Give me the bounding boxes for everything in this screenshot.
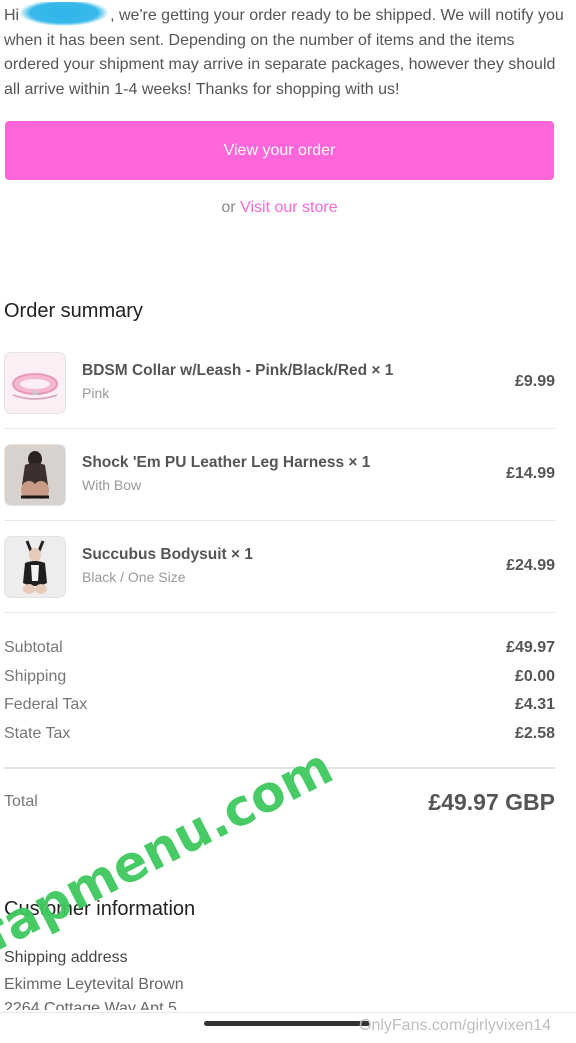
federal-tax-row: Federal Tax £4.31	[4, 696, 555, 714]
subtotal-label: Subtotal	[4, 639, 63, 656]
bottom-divider	[0, 1012, 576, 1013]
subtotal-row: Subtotal £49.97	[4, 639, 555, 657]
item-price: £14.99	[506, 465, 555, 482]
address-line: 2264 Cottage Way Apt 5	[4, 1000, 177, 1010]
item-name: BDSM Collar w/Leash - Pink/Black/Red × 1	[82, 362, 394, 379]
order-item: Shock 'Em PU Leather Leg Harness × 1 Wit…	[4, 444, 555, 536]
product-thumbnail	[4, 352, 66, 414]
visit-store-line: or Visit our store	[0, 199, 559, 217]
state-tax-label: State Tax	[4, 725, 71, 742]
item-variant: Pink	[82, 385, 110, 401]
item-variant: With Bow	[82, 477, 142, 493]
federal-tax-value: £4.31	[514, 696, 555, 713]
intro-message: Hi, we're getting your order ready to be…	[4, 2, 564, 102]
site-watermark: fapmenu.com	[0, 737, 342, 963]
order-item: Succubus Bodysuit × 1 Black / One Size £…	[4, 536, 555, 628]
item-name: Succubus Bodysuit × 1	[82, 546, 253, 563]
item-price: £9.99	[514, 373, 555, 390]
redacted-name-scribble	[20, 2, 109, 26]
order-item: BDSM Collar w/Leash - Pink/Black/Red × 1…	[4, 352, 555, 444]
shipping-value: £0.00	[514, 668, 555, 685]
item-name: Shock 'Em PU Leather Leg Harness × 1	[82, 454, 371, 471]
total-value: £49.97 GBP	[428, 789, 555, 815]
divider	[4, 612, 555, 613]
shipping-row: Shipping £0.00	[4, 668, 555, 686]
state-tax-value: £2.58	[514, 725, 555, 742]
federal-tax-label: Federal Tax	[4, 696, 88, 713]
product-thumbnail	[4, 536, 66, 598]
shipping-label: Shipping	[4, 668, 67, 685]
customer-name: Ekimme Leytevital Brown	[4, 976, 184, 993]
view-order-button[interactable]: View your order	[5, 121, 554, 180]
item-variant: Black / One Size	[82, 569, 186, 585]
state-tax-row: State Tax £2.58	[4, 725, 555, 743]
onlyfans-watermark: OnlyFans.com/girlyvixen14	[359, 1017, 552, 1034]
home-indicator[interactable]	[204, 1021, 370, 1026]
product-thumbnail	[4, 444, 66, 506]
order-summary-title: Order summary	[4, 300, 143, 322]
divider	[4, 520, 555, 521]
subtotal-value: £49.97	[506, 639, 555, 656]
greeting: Hi	[4, 7, 20, 24]
item-price: £24.99	[506, 557, 555, 574]
shipping-address-label: Shipping address	[4, 949, 128, 966]
divider	[4, 428, 555, 429]
total-label: Total	[4, 793, 38, 810]
visit-store-link[interactable]: Visit our store	[240, 199, 338, 216]
or-text: or	[221, 199, 236, 216]
